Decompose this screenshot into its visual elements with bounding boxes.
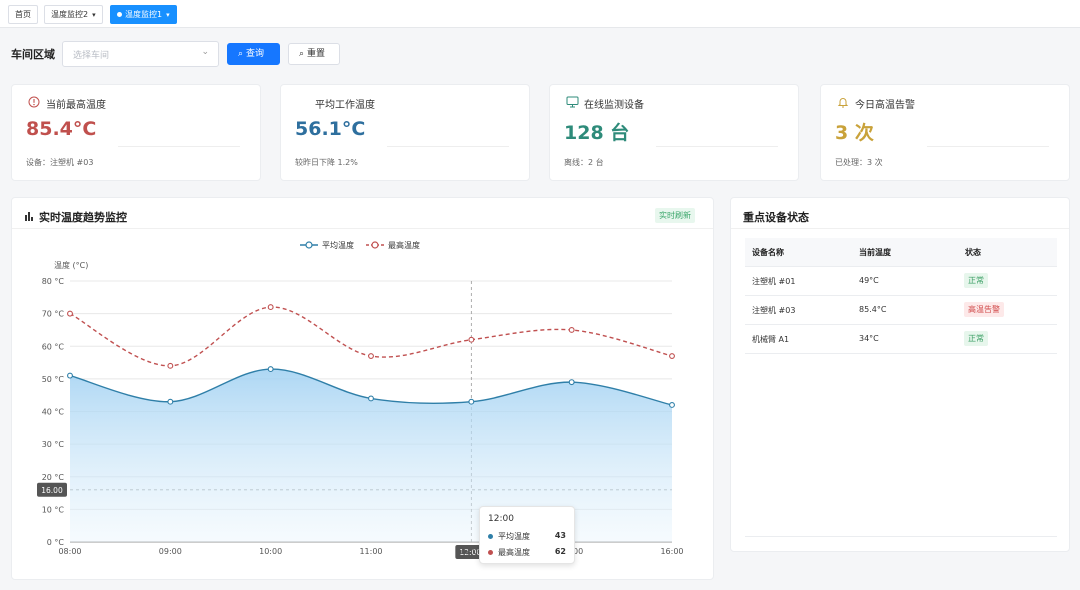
chart-tooltip: 12:00 平均温度 43 最高温度 62 <box>479 506 575 564</box>
card-title: 在线监测设备 <box>584 100 644 111</box>
tab-bar: 首页 温度监控2 ▾ 温度监控1 ▾ <box>0 0 1080 28</box>
card-sub: 较昨日下降 1.2% <box>295 158 358 167</box>
device-name: 注塑机 #01 <box>752 277 796 286</box>
card-sub: 设备：注塑机 #03 <box>26 158 94 167</box>
device-temp: 34°C <box>859 334 879 343</box>
divider <box>118 146 240 147</box>
column-header: 当前温度 <box>859 248 891 257</box>
search-icon: ⌕ <box>299 49 305 59</box>
column-header: 状态 <box>965 248 981 257</box>
divider <box>745 536 1057 537</box>
chevron-down-icon: ⌄ <box>201 47 209 57</box>
reset-button-label: 重置 <box>307 49 326 59</box>
alert-circle-icon <box>27 96 41 111</box>
divider <box>927 146 1049 147</box>
table-row[interactable]: 注塑机 #03 85.4°C 高温告警 <box>745 296 1057 325</box>
tab-home[interactable]: 首页 <box>8 5 38 24</box>
bell-icon <box>836 96 850 111</box>
divider <box>387 146 509 147</box>
device-name: 机械臂 A1 <box>752 335 790 344</box>
card-title: 平均工作温度 <box>315 100 375 111</box>
query-button-label: 查询 <box>246 49 265 59</box>
tab-label: 温度监控1 <box>125 10 163 19</box>
stat-card-online-devices: 在线监测设备 128 台 离线：2 台 <box>549 84 799 181</box>
tooltip-time: 12:00 <box>488 514 514 524</box>
device-temp: 85.4°C <box>859 305 887 314</box>
tooltip-row: 平均温度 43 <box>488 531 566 542</box>
chevron-down-icon[interactable]: ▾ <box>92 11 96 19</box>
device-name: 注塑机 #03 <box>752 306 796 315</box>
workshop-select[interactable]: 选择车间 ⌄ <box>62 41 219 67</box>
status-badge: 高温告警 <box>964 302 1004 317</box>
active-dot-icon <box>117 12 122 17</box>
status-badge: 正常 <box>964 273 988 288</box>
tooltip-row: 最高温度 62 <box>488 547 566 558</box>
status-badge: 正常 <box>964 331 988 346</box>
card-sub: 离线：2 台 <box>564 158 604 167</box>
column-header: 设备名称 <box>752 248 784 257</box>
card-value: 3 次 <box>835 122 874 144</box>
tab-temp-monitor-1[interactable]: 温度监控1 ▾ <box>110 5 177 24</box>
monitor-icon <box>565 96 579 111</box>
tab-temp-monitor-2[interactable]: 温度监控2 ▾ <box>44 5 103 24</box>
table-row[interactable]: 机械臂 A1 34°C 正常 <box>745 325 1057 354</box>
tooltip-value: 43 <box>554 531 566 540</box>
stat-card-high-temp-alarms: 今日高温告警 3 次 已处理：3 次 <box>820 84 1070 181</box>
card-value: 85.4°C <box>26 118 97 140</box>
tooltip-series-name: 最高温度 <box>498 548 530 557</box>
bar-chart-icon <box>24 211 34 224</box>
card-title: 今日高温告警 <box>855 100 915 111</box>
card-title: 当前最高温度 <box>46 100 106 111</box>
divider <box>731 228 1069 229</box>
device-temp: 49°C <box>859 276 879 285</box>
temperature-trend-panel: 实时温度趋势监控 实时刷新 <box>11 197 714 580</box>
workshop-area-label: 车间区域 <box>11 48 55 61</box>
chevron-down-icon[interactable]: ▾ <box>166 11 170 19</box>
tooltip-series-name: 平均温度 <box>498 532 530 541</box>
key-device-status-panel: 重点设备状态 设备名称 当前温度 状态 注塑机 #01 49°C 正常 注塑机 … <box>730 197 1070 552</box>
table-row[interactable]: 注塑机 #01 49°C 正常 <box>745 267 1057 296</box>
card-sub: 已处理：3 次 <box>835 158 883 167</box>
tooltip-value: 62 <box>554 547 566 556</box>
series-dot-icon <box>488 534 493 539</box>
tab-label: 温度监控2 <box>51 10 89 19</box>
search-icon: ⌕ <box>238 49 244 59</box>
stat-card-avg-temp: 平均工作温度 56.1°C 较昨日下降 1.2% <box>280 84 530 181</box>
live-refresh-badge: 实时刷新 <box>655 208 695 223</box>
stat-card-max-temp: 当前最高温度 85.4°C 设备：注塑机 #03 <box>11 84 261 181</box>
series-dot-icon <box>488 550 493 555</box>
workshop-select-placeholder: 选择车间 <box>73 51 110 61</box>
divider <box>656 146 778 147</box>
tab-home-label: 首页 <box>15 10 31 19</box>
divider <box>12 228 713 229</box>
reset-button[interactable]: ⌕ 重置 <box>288 43 340 65</box>
panel-title: 实时温度趋势监控 <box>39 211 127 224</box>
query-button[interactable]: ⌕ 查询 <box>227 43 280 65</box>
table-header: 设备名称 当前温度 状态 <box>745 238 1057 267</box>
card-value: 128 台 <box>564 122 630 144</box>
panel-title: 重点设备状态 <box>743 211 809 224</box>
card-value: 56.1°C <box>295 118 366 140</box>
